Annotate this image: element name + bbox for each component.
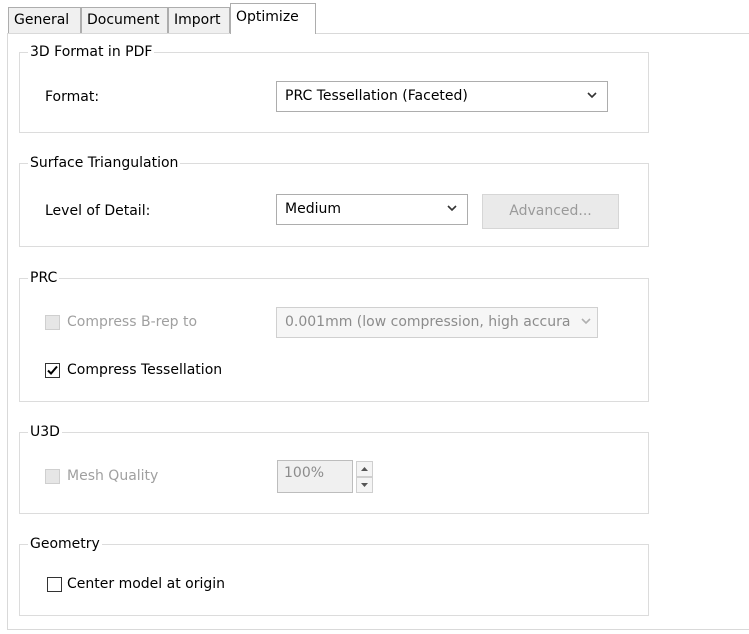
tab-document[interactable]: Document — [81, 7, 168, 33]
arrow-down-icon — [361, 483, 368, 487]
center-model-checkbox[interactable] — [47, 577, 62, 592]
format-group-legend: 3D Format in PDF — [28, 43, 155, 61]
prc-group: PRC — [19, 269, 649, 402]
format-select[interactable]: PRC Tessellation (Faceted) — [276, 81, 608, 112]
tab-optimize[interactable]: Optimize — [230, 3, 316, 34]
geometry-group-legend: Geometry — [28, 535, 102, 553]
format-select-value: PRC Tessellation (Faceted) — [285, 88, 468, 104]
spin-down-button[interactable] — [356, 477, 373, 493]
compress-tessellation-checkbox[interactable] — [45, 363, 60, 378]
compress-tessellation-label: Compress Tessellation — [67, 362, 223, 378]
level-of-detail-value: Medium — [285, 201, 341, 217]
chevron-down-icon — [587, 92, 597, 99]
advanced-button[interactable]: Advanced... — [482, 194, 619, 229]
chevron-down-icon — [447, 205, 457, 212]
format-label: Format: — [45, 89, 100, 105]
arrow-up-icon — [361, 467, 368, 471]
compress-brep-checkbox[interactable] — [45, 315, 60, 330]
mesh-quality-checkbox[interactable] — [45, 469, 60, 484]
checkmark-icon — [47, 365, 58, 375]
triangulation-group-legend: Surface Triangulation — [28, 154, 181, 172]
spin-up-button[interactable] — [356, 461, 373, 477]
tab-general[interactable]: General — [8, 7, 81, 33]
chevron-down-icon — [581, 318, 591, 325]
mesh-quality-input[interactable]: 100% — [277, 460, 353, 493]
u3d-group-legend: U3D — [28, 423, 62, 441]
compress-brep-label: Compress B-rep to — [67, 314, 198, 330]
compress-brep-select[interactable]: 0.001mm (low compression, high accura — [276, 307, 598, 338]
level-of-detail-select[interactable]: Medium — [276, 194, 468, 225]
prc-group-legend: PRC — [28, 269, 60, 287]
center-model-label: Center model at origin — [67, 576, 225, 592]
level-of-detail-label: Level of Detail: — [45, 203, 151, 219]
compress-brep-value: 0.001mm (low compression, high accura — [285, 314, 571, 330]
tab-import[interactable]: Import — [168, 7, 230, 33]
mesh-quality-label: Mesh Quality — [67, 468, 159, 484]
